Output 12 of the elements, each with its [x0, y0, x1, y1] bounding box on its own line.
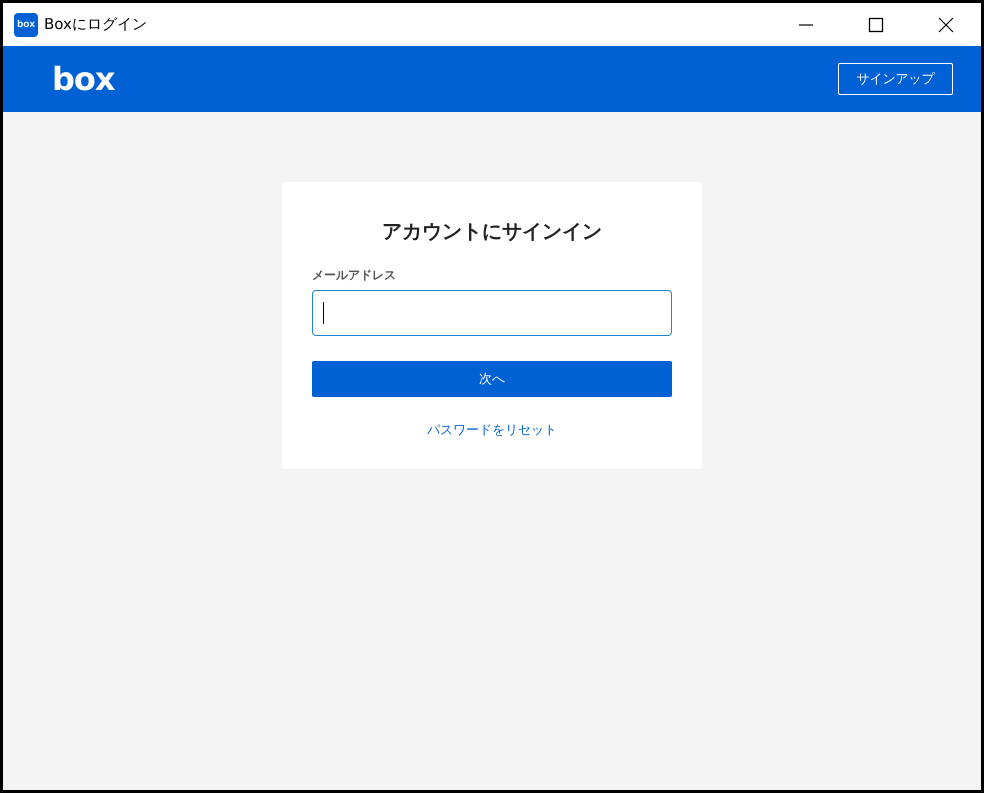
next-button[interactable]: 次へ	[312, 361, 672, 397]
signup-button[interactable]: サインアップ	[838, 63, 953, 95]
card-title: アカウントにサインイン	[381, 218, 603, 245]
minimize-icon	[798, 24, 814, 26]
app-icon: box	[14, 12, 38, 36]
email-field[interactable]	[312, 290, 672, 336]
field-label: メールアドレス	[312, 267, 397, 284]
logo: box	[52, 63, 115, 95]
maximize-icon	[868, 16, 884, 32]
close-icon	[938, 16, 954, 32]
reset-password-link[interactable]: パスワードをリセット	[427, 421, 557, 439]
window-title: Boxにログイン	[44, 15, 147, 34]
